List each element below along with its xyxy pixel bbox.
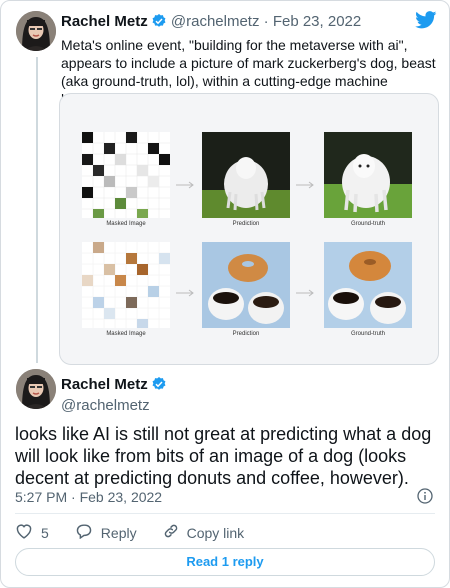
heart-icon: [15, 523, 41, 542]
reply-button[interactable]: Reply: [75, 523, 137, 542]
dot-separator: ·: [263, 13, 269, 30]
caption-masked-1: Masked Image: [106, 221, 146, 227]
arrow-icon: [176, 176, 196, 189]
verified-badge-icon: [151, 13, 167, 33]
like-button[interactable]: 5: [15, 523, 49, 542]
reply-label: Reply: [100, 524, 137, 541]
avatar[interactable]: [16, 11, 56, 51]
avatar-image: [16, 369, 56, 409]
link-icon: [163, 523, 187, 542]
info-icon[interactable]: [417, 488, 433, 509]
caption-prediction-2: Prediction: [232, 331, 260, 337]
like-count: 5: [41, 524, 49, 541]
thread-line: [36, 57, 38, 363]
arrow-icon: [176, 284, 196, 297]
author-handle[interactable]: @rachelmetz: [171, 13, 260, 30]
author-name[interactable]: Rachel Metz: [61, 13, 148, 30]
author-name-row: Rachel Metz: [61, 376, 167, 396]
caption-prediction-1: Prediction: [232, 221, 260, 227]
twitter-bird-icon[interactable]: [415, 11, 437, 34]
divider: [15, 513, 435, 514]
read-replies-button[interactable]: Read 1 reply: [15, 548, 435, 576]
verified-badge-icon: [151, 376, 167, 396]
ground-truth-donut-image: [324, 242, 412, 328]
avatar[interactable]: [16, 369, 56, 409]
arrow-icon: [296, 176, 316, 189]
ground-truth-dog-image: [324, 132, 412, 218]
tweet-date[interactable]: Feb 23, 2022: [273, 13, 361, 30]
author-handle[interactable]: @rachelmetz: [61, 397, 150, 414]
prediction-dog-image: [202, 132, 290, 218]
caption-masked-2: Masked Image: [106, 331, 146, 337]
copy-link-label: Copy link: [186, 524, 245, 541]
masked-donut-image: [82, 242, 170, 328]
quoted-header: Rachel Metz @rachelmetz · Feb 23, 2022: [61, 13, 361, 33]
copy-link-button[interactable]: Copy link: [163, 523, 245, 542]
caption-ground-truth-2: Ground-truth: [350, 331, 386, 337]
masked-dog-image: [82, 132, 170, 218]
media-image[interactable]: Masked Image Prediction Ground-truth Mas…: [59, 93, 439, 365]
tweet-card: Rachel Metz @rachelmetz · Feb 23, 2022 M…: [0, 0, 450, 588]
caption-ground-truth-1: Ground-truth: [350, 221, 386, 227]
tweet-timestamp[interactable]: 5:27 PM · Feb 23, 2022: [15, 489, 162, 505]
prediction-donut-image: [202, 242, 290, 328]
reply-icon: [75, 523, 101, 542]
arrow-icon: [296, 284, 316, 297]
avatar-image: [16, 11, 56, 51]
action-bar: 5 Reply Copy link: [15, 523, 270, 542]
tweet-text: looks like AI is still not great at pred…: [15, 424, 432, 488]
author-name[interactable]: Rachel Metz: [61, 376, 148, 393]
